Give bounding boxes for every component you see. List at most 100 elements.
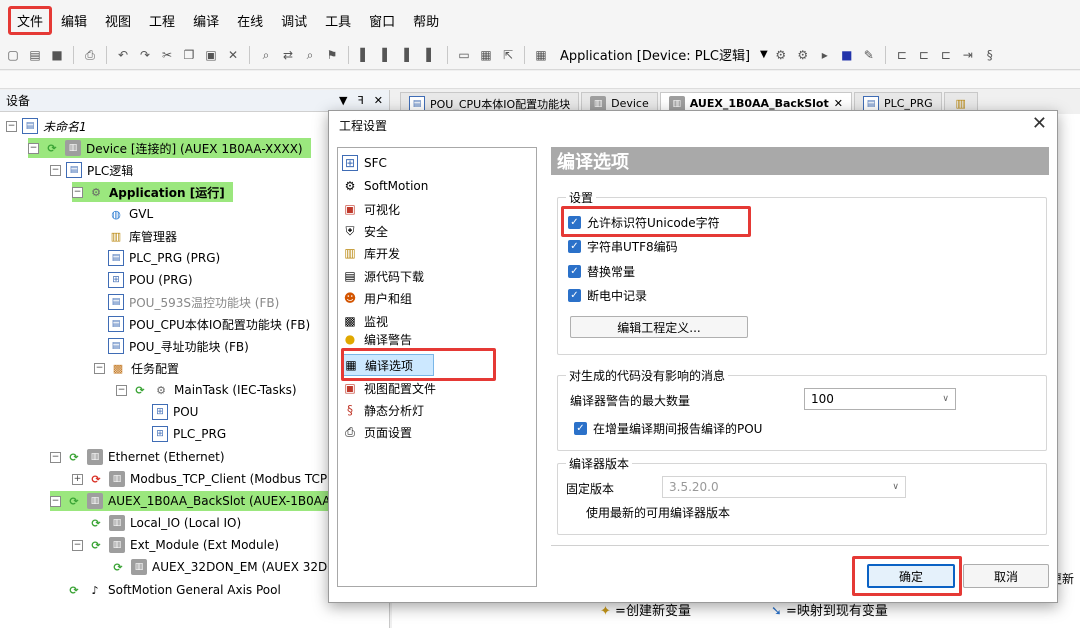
menu-help[interactable]: 帮助: [404, 7, 448, 34]
tree-item-task-plc-prg[interactable]: ⊞ PLC_PRG: [152, 424, 226, 444]
close-icon[interactable]: ✕: [374, 94, 383, 107]
tree-item-pou[interactable]: ⊞ POU (PRG): [108, 270, 193, 290]
checkbox-checked-icon[interactable]: ✓: [568, 216, 581, 229]
category-visualization[interactable]: ▣ 可视化: [342, 198, 400, 220]
copy-icon[interactable]: ❐: [180, 46, 198, 64]
category-softmotion[interactable]: ⚙ SoftMotion: [342, 175, 429, 197]
category-sfc[interactable]: ⊞ SFC: [342, 152, 387, 174]
flag-icon[interactable]: ▌: [356, 46, 374, 64]
category-library-dev[interactable]: ▥ 库开发: [342, 242, 400, 264]
category-source-download[interactable]: ▤ 源代码下载: [342, 265, 424, 287]
new-file-icon[interactable]: ▢: [4, 46, 22, 64]
dropdown-icon[interactable]: ▼: [339, 94, 347, 107]
tree-item-gvl[interactable]: ◍ GVL: [108, 204, 153, 224]
option-unicode-identifiers[interactable]: ✓ 允许标识符Unicode字符: [568, 214, 720, 231]
expand-icon[interactable]: +: [72, 473, 83, 485]
paste-icon[interactable]: ▣: [202, 46, 220, 64]
menu-window[interactable]: 窗口: [360, 7, 404, 34]
cancel-button[interactable]: 取消: [963, 564, 1049, 588]
category-security[interactable]: ⛨ 安全: [342, 220, 388, 242]
collapse-icon[interactable]: −: [6, 120, 17, 132]
collapse-icon[interactable]: −: [50, 451, 61, 463]
step-over-icon[interactable]: ⊏: [893, 46, 911, 64]
collapse-icon[interactable]: −: [72, 539, 83, 551]
menu-online[interactable]: 在线: [228, 7, 272, 34]
reset-icon[interactable]: ✎: [860, 46, 878, 64]
chevron-down-icon[interactable]: ∨: [942, 394, 949, 404]
tree-item-device[interactable]: − ⟳ ▥ Device [连接的] (AUEX 1B0AA-XXXX): [28, 138, 311, 158]
close-tab-icon[interactable]: ✕: [834, 97, 843, 110]
close-icon[interactable]: ✕: [1032, 113, 1047, 134]
tree-item-pou-593s[interactable]: ▤ POU_593S温控功能块 (FB): [108, 292, 279, 312]
save-icon[interactable]: ■: [48, 46, 66, 64]
checkbox-checked-icon[interactable]: ✓: [568, 240, 581, 253]
flag-prev-icon[interactable]: ▌: [400, 46, 418, 64]
chevron-down-icon[interactable]: ▼: [760, 49, 768, 60]
menu-view[interactable]: 视图: [96, 7, 140, 34]
menu-edit[interactable]: 编辑: [52, 7, 96, 34]
menu-tools[interactable]: 工具: [316, 7, 360, 34]
max-warnings-combo[interactable]: 100 ∨: [804, 388, 956, 410]
collapse-icon[interactable]: −: [94, 362, 105, 374]
replace-icon[interactable]: ⇄: [279, 46, 297, 64]
tree-item-application[interactable]: − ⚙ Application [运行]: [72, 182, 233, 202]
tree-item-local-io[interactable]: ⟳ ▥ Local_IO (Local IO): [88, 513, 241, 533]
collapse-icon[interactable]: −: [50, 495, 61, 507]
force-icon[interactable]: ⇥: [959, 46, 977, 64]
collapse-icon[interactable]: −: [28, 142, 39, 154]
checkbox-checked-icon[interactable]: ✓: [568, 265, 581, 278]
undo-icon[interactable]: ↶: [114, 46, 132, 64]
menu-build[interactable]: 编译: [184, 7, 228, 34]
step-out-icon[interactable]: ⊏: [937, 46, 955, 64]
checkbox-checked-icon[interactable]: ✓: [568, 289, 581, 302]
collapse-icon[interactable]: −: [50, 164, 61, 176]
checkbox-checked-icon[interactable]: ✓: [574, 422, 587, 435]
tree-item-maintask[interactable]: − ⟳ ⚙ MainTask (IEC-Tasks): [116, 380, 297, 400]
find-icon[interactable]: ⌕: [257, 46, 275, 64]
tree-item-softmotion-pool[interactable]: ⟳ ♪ SoftMotion General Axis Pool: [66, 580, 280, 600]
export-icon[interactable]: ⇱: [499, 46, 517, 64]
ok-button[interactable]: 确定: [867, 564, 955, 588]
option-report-compiled-pou[interactable]: ✓ 在增量编译期间报告编译的POU: [574, 420, 762, 437]
edit-project-defines-button[interactable]: 编辑工程定义...: [570, 316, 748, 338]
menu-project[interactable]: 工程: [140, 7, 184, 34]
use-latest-compiler[interactable]: 使用最新的可用编译器版本: [586, 504, 730, 521]
collapse-icon[interactable]: −: [116, 384, 127, 396]
open-folder-icon[interactable]: ▤: [26, 46, 44, 64]
category-page-setup[interactable]: ⎙ 页面设置: [342, 421, 412, 443]
write-values-icon[interactable]: §: [981, 46, 999, 64]
category-static-analysis[interactable]: § 静态分析灯: [342, 399, 424, 421]
redo-icon[interactable]: ↷: [136, 46, 154, 64]
tree-item-modbus[interactable]: + ⟳ ▥ Modbus_TCP_Client (Modbus TCP Clie…: [72, 469, 370, 489]
stop-icon[interactable]: ■: [838, 46, 856, 64]
option-utf8-strings[interactable]: ✓ 字符串UTF8编码: [568, 238, 678, 255]
tree-item-ext-module[interactable]: − ⟳ ▥ Ext_Module (Ext Module): [72, 535, 279, 555]
tree-item-plc-prg[interactable]: ▤ PLC_PRG (PRG): [108, 248, 220, 268]
tree-item-library-manager[interactable]: ▥ 库管理器: [108, 226, 177, 246]
print-icon[interactable]: ⎙: [81, 46, 99, 64]
tree-item-task-pou[interactable]: ⊞ POU: [152, 402, 198, 422]
category-compile-warnings[interactable]: ● 编译警告: [342, 332, 412, 346]
layout-icon[interactable]: ▦: [477, 46, 495, 64]
category-users-groups[interactable]: ☻ 用户和组: [342, 287, 412, 309]
window-icon[interactable]: ▭: [455, 46, 473, 64]
delete-icon[interactable]: ✕: [224, 46, 242, 64]
option-replace-constants[interactable]: ✓ 替换常量: [568, 263, 635, 280]
login-icon[interactable]: ⚙: [772, 46, 790, 64]
menu-debug[interactable]: 调试: [272, 7, 316, 34]
active-application[interactable]: Application [Device: PLC逻辑]: [560, 45, 750, 64]
tree-item-project[interactable]: − ▤ 未命名1: [6, 116, 87, 136]
tree-item-plc-logic[interactable]: − ▤ PLC逻辑: [50, 160, 133, 180]
cut-icon[interactable]: ✂: [158, 46, 176, 64]
run-icon[interactable]: ▸: [816, 46, 834, 64]
tree-item-pou-addressing[interactable]: ▤ POU_寻址功能块 (FB): [108, 336, 249, 356]
collapse-icon[interactable]: −: [72, 186, 83, 198]
tree-item-pou-cpu-io[interactable]: ▤ POU_CPU本体IO配置功能块 (FB): [108, 314, 310, 334]
bookmark-icon[interactable]: ⚑: [323, 46, 341, 64]
flag-next-icon[interactable]: ▌: [378, 46, 396, 64]
find-in-project-icon[interactable]: ⌕: [301, 46, 319, 64]
tree-item-task-config[interactable]: − ▩ 任务配置: [94, 358, 179, 378]
menu-file[interactable]: 文件: [8, 5, 53, 35]
flag-clear-icon[interactable]: ▌: [422, 46, 440, 64]
fixed-version-combo[interactable]: 3.5.20.0 ∨: [662, 476, 906, 498]
